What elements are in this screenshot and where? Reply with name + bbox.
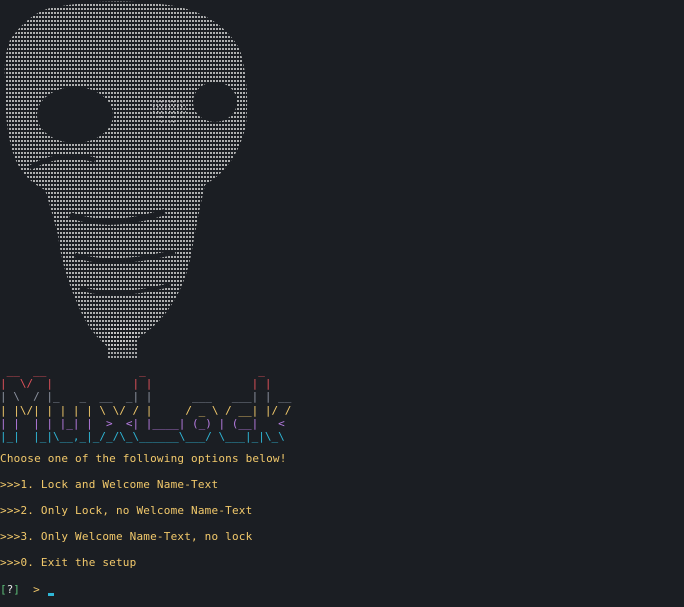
- menu-option-3: >>>3. Only Welcome Name-Text, no lock: [0, 530, 253, 543]
- ascii-skull-art: [0, 0, 260, 362]
- banner-line: | | | | |_| | > <| |____| (_) | (__| <: [0, 416, 285, 430]
- banner-line: __ __ _ _: [0, 364, 265, 377]
- prompt-close-bracket: ]: [13, 583, 20, 596]
- banner-line: | |\/| | | | | \ \/ / | / _ \ / __| |/ /: [0, 403, 292, 417]
- menu-option-0: >>>0. Exit the setup: [0, 556, 137, 569]
- banner-line: |_| |_|\__,_|_/_/\_\______\___/ \___|_|\…: [0, 429, 285, 443]
- text-cursor[interactable]: [48, 593, 55, 596]
- menu-option-2: >>>2. Only Lock, no Welcome Name-Text: [0, 504, 253, 517]
- terminal-window: __ __ _ _ | \/ | | | | | | \ / |_ _ __ _| …: [0, 0, 684, 607]
- prompt-arrow: >: [33, 583, 40, 596]
- prompt-open-bracket: [: [0, 583, 7, 596]
- menu-heading: Choose one of the following options belo…: [0, 452, 287, 465]
- banner-line: | \ / |_ _ __ _| | ___ ___| | __: [0, 390, 292, 404]
- input-prompt[interactable]: [?] >: [0, 583, 55, 596]
- muxlock-ascii-banner: __ __ _ _ | \/ | | | | | | \ / |_ _ __ _| …: [0, 364, 291, 443]
- banner-line: | \/ | | | | |: [0, 377, 272, 391]
- menu-option-1: >>>1. Lock and Welcome Name-Text: [0, 478, 219, 491]
